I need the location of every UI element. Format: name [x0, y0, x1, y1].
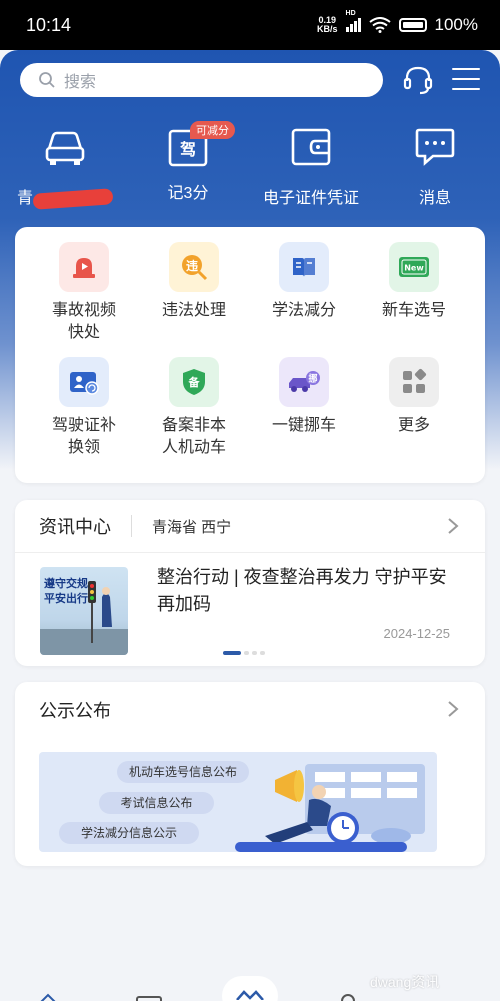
- news-thumbnail[interactable]: 遵守交规 平安出行: [40, 567, 128, 655]
- center-tab-icon: [236, 990, 264, 1000]
- service-label-line1: 备案非本: [161, 417, 226, 434]
- wifi-icon: [368, 17, 391, 33]
- service-new-plate[interactable]: New 新车选号: [359, 242, 469, 322]
- service-violation[interactable]: 违 违法处理: [139, 242, 249, 322]
- quick-action-vehicle[interactable]: 青: [10, 125, 120, 210]
- signal-hd-label: HD: [345, 10, 356, 17]
- battery-level: 100%: [434, 15, 478, 34]
- news-headline[interactable]: 整治行动 | 夜查整治再发力 守护平安再加码: [157, 564, 457, 618]
- wallet-icon: [291, 128, 331, 166]
- divider: [131, 515, 132, 537]
- watermark: dwang资讯: [370, 974, 440, 990]
- service-label-line1: 新车选号: [381, 302, 446, 319]
- service-license-replace[interactable]: 驾驶证补 换领: [29, 357, 139, 459]
- license-icon: 驾 可减分: [166, 121, 235, 169]
- signal-icon: HD: [345, 10, 361, 32]
- quick-action-label: 消息: [418, 190, 451, 207]
- quick-action-e-certificate[interactable]: 电子证件凭证: [256, 125, 366, 208]
- publications-title: 公示公布: [39, 700, 111, 721]
- publications-banner[interactable]: 机动车选号信息公布 考试信息公布 学法减分信息公示: [39, 752, 437, 852]
- move-car-icon: 挪: [279, 357, 329, 407]
- home-tab-icon[interactable]: [38, 993, 58, 1001]
- service-more[interactable]: 更多: [359, 357, 469, 437]
- service-label-line1: 驾驶证补: [51, 417, 116, 434]
- services-card: 事故视频 快处 违 违法处理 学法减分 New 新车选号 驾驶证补 换领 备 备…: [15, 227, 485, 483]
- news-image-text-2: 平安出行: [44, 591, 88, 605]
- pub-item-exam-info[interactable]: 考试信息公布: [99, 792, 214, 814]
- quick-action-messages[interactable]: 消息: [380, 125, 490, 208]
- message-icon: [415, 128, 455, 166]
- publications-header[interactable]: 公示公布: [15, 682, 485, 737]
- status-time: 10:14: [26, 14, 72, 35]
- service-label-line1: 违法处理: [161, 302, 226, 319]
- car-icon: [45, 131, 85, 165]
- news-card[interactable]: 资讯中心 青海省 西宁 遵守交规 平安出行 整治行动 | 夜查整治再发力 守护平…: [15, 500, 485, 666]
- chevron-right-icon[interactable]: [447, 517, 459, 535]
- service-label-line2: 换领: [67, 439, 100, 456]
- network-speed-unit: KB/s: [317, 24, 338, 34]
- quick-action-label: 青: [16, 190, 33, 207]
- alarm-video-icon: [59, 242, 109, 292]
- pub-item-study-reduce[interactable]: 学法减分信息公示: [59, 822, 199, 844]
- service-move-car[interactable]: 挪 一键挪车: [249, 357, 359, 437]
- tab-icon[interactable]: [340, 993, 356, 1001]
- status-icons: 0.19 KB/s HD 100%: [317, 10, 478, 35]
- service-label-line2: 快处: [67, 324, 100, 341]
- svg-text:挪: 挪: [308, 373, 317, 385]
- search-icon: [39, 72, 55, 88]
- battery-icon: [398, 18, 427, 32]
- service-label-line1: 一键挪车: [271, 417, 336, 434]
- center-tab-button[interactable]: [222, 976, 278, 1001]
- news-header[interactable]: 资讯中心 青海省 西宁: [15, 500, 485, 553]
- reduce-points-badge: 可减分: [190, 121, 235, 139]
- search-input[interactable]: 搜索: [20, 63, 383, 97]
- news-title: 资讯中心: [39, 517, 111, 537]
- carousel-indicator: [223, 651, 265, 655]
- quick-action-label: 电子证件凭证: [262, 190, 359, 207]
- svg-text:违: 违: [186, 258, 198, 273]
- more-grid-icon: [389, 357, 439, 407]
- violation-search-icon: 违: [169, 242, 219, 292]
- quick-action-points[interactable]: 驾 可减分 记3分: [133, 121, 243, 203]
- news-location[interactable]: 青海省 西宁: [152, 516, 231, 537]
- service-label-line1: 更多: [397, 417, 430, 434]
- news-image-text-1: 遵守交规: [44, 576, 88, 590]
- search-placeholder: 搜索: [64, 74, 97, 91]
- headset-icon[interactable]: [402, 64, 434, 96]
- publications-card[interactable]: 公示公布 机动车选号信息公布 考试信息公布 学法减分信息公示: [15, 682, 485, 866]
- shield-icon: 备: [169, 357, 219, 407]
- tab-icon[interactable]: [136, 996, 162, 1001]
- service-label-line2: 人机动车: [161, 439, 226, 456]
- network-speed: 0.19 KB/s: [317, 16, 338, 34]
- service-accident-video[interactable]: 事故视频 快处: [29, 242, 139, 344]
- status-bar: 10:14 0.19 KB/s HD 100%: [0, 0, 500, 50]
- service-label-line1: 学法减分: [271, 302, 336, 319]
- service-register-vehicle[interactable]: 备 备案非本 人机动车: [139, 357, 249, 459]
- service-label-line1: 事故视频: [51, 302, 116, 319]
- quick-action-label: 记3分: [167, 185, 209, 202]
- new-plate-icon: New: [389, 242, 439, 292]
- service-study-reduce[interactable]: 学法减分: [249, 242, 359, 322]
- news-date: 2024-12-25: [383, 626, 451, 641]
- announcement-illustration: [235, 764, 425, 852]
- svg-text:驾: 驾: [179, 140, 196, 159]
- id-card-icon: [59, 357, 109, 407]
- book-icon: [279, 242, 329, 292]
- svg-text:备: 备: [188, 375, 201, 389]
- pub-item-plate-selection[interactable]: 机动车选号信息公布: [117, 761, 249, 783]
- svg-text:New: New: [404, 264, 424, 273]
- chevron-right-icon[interactable]: [447, 700, 459, 718]
- menu-icon[interactable]: [452, 68, 480, 92]
